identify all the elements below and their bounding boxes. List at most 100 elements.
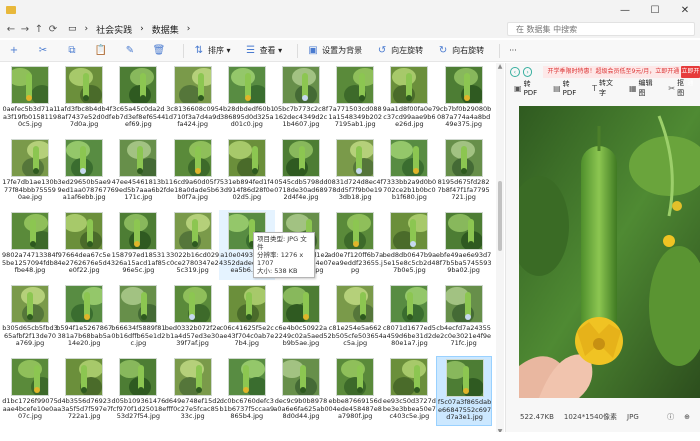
file-item[interactable]: dc0bc6760defc3b1b6737f5ccaa9865b4.jpg (219, 356, 275, 426)
file-name: c6e4b0c50922a2249c02a5aed5b9b5ae.jpg (274, 324, 328, 347)
set-background-icon: ▣ (308, 45, 318, 56)
rotate-right-button[interactable]: ↻ 向右旋转 (433, 42, 488, 60)
file-item[interactable]: 05bc7b773c2c8f162dec4349d2c1b4607.jpg (273, 64, 329, 134)
file-item[interactable]: 0831d724d8ec4f78dd5f7f9b0e193db18.jpg (327, 137, 383, 207)
scrollbar-thumb[interactable] (498, 181, 502, 251)
toolbar-separator (499, 43, 501, 58)
file-name: c8071d1677ed5a459d6be31d2d80e1a7.jpg (382, 324, 437, 347)
desktop-icon[interactable]: ▭ (68, 24, 77, 34)
file-item[interactable]: 7a771503cd0881a1548349b2027195ab1.jpg (327, 64, 383, 134)
file-item[interactable]: 7333bb2a9d0b0702ce2b1b0bc0b1f680.jpg (381, 137, 437, 207)
file-item[interactable]: f5c07a3f865dabe66847552c697d7a3e1.jpg (435, 356, 492, 426)
file-item[interactable]: d05b109361476fcf970f1d25018e53d27f54.jpg (110, 356, 166, 426)
file-item[interactable]: 8195d675fd2827b8f47f1fa7795721.jpg (436, 137, 492, 207)
more-button[interactable]: ··· (505, 42, 521, 60)
promo-banner[interactable]: 开学季限时特惠！超级会员低至9元/月，立即开通 (543, 66, 681, 78)
tool-icon: T (592, 83, 598, 93)
file-item[interactable]: 3c8136608c0951d710f3a7d4a9dfa424.jpg (165, 64, 221, 134)
preview-tool-button[interactable]: ▤ 转PDF (553, 79, 583, 97)
file-name: d4b3556d76923a3a5f5d7f597e7722a1.jpg (57, 397, 112, 420)
vertical-scrollbar[interactable]: ▲ ▼ (496, 63, 504, 436)
paste-button[interactable]: 📋 (91, 42, 114, 60)
file-name: 1afd3fbc8b4db4f8af7437e52d0df7d0a.jpg (56, 105, 113, 128)
file-item[interactable]: ad0e7f120ff6b7a7ea9eddf23655.jpg (327, 210, 383, 280)
preview-tool-button[interactable]: T 转文字 (592, 78, 620, 98)
file-name: c06c41625f5e2cae43f704c0ab7e7b4.jpg (219, 324, 275, 347)
rename-button[interactable]: ✎ (120, 42, 143, 60)
file-item[interactable]: 47ee45461813b69ed5b7aaa6b2f171c.jpg (110, 137, 166, 207)
toolbar-label: 查看 ▾ (259, 46, 283, 55)
file-item[interactable]: c81e254e5a6622b505cfe503654c5a.jpg (327, 283, 383, 353)
file-item[interactable]: ebfe49ae6e93d78f7b5ba57455939ba02.jpg (436, 210, 492, 280)
tool-label: 转PDF (523, 80, 538, 97)
image-thumbnail (390, 285, 429, 323)
preview-header: ‹ › 开学季限时特惠！超级会员低至9元/月，立即开通 立即开通 (510, 65, 700, 87)
new-button[interactable]: + (4, 42, 27, 60)
file-item[interactable]: cb4ecfd7a24355e2c0e3021e4f9e71fc.jpg (436, 283, 492, 353)
file-item[interactable]: bed8db0647b9a5e15e8c5cb2d47b0e5.jpg (381, 210, 437, 280)
close-button[interactable]: ✕ (670, 0, 700, 20)
file-item[interactable]: 9cb7bf0b29080b087a774a4a8bd49e375.jpg (436, 64, 492, 134)
sort-button[interactable]: ⇅ 排序 ▾ (189, 42, 235, 60)
file-item[interactable]: 531eb894fed1f43d914f86d28f0e02d5.jpg (219, 137, 275, 207)
file-name: bed8db0647b9a5e15e8c5cb2d47b0e5.jpg (382, 251, 437, 274)
file-item[interactable]: c06c41625f5e2cae43f704c0ab7e7b4.jpg (219, 283, 275, 353)
set-background-button[interactable]: ▣ 设置为背景 (303, 42, 366, 60)
copy-button[interactable]: ⧉ (62, 42, 85, 60)
file-item[interactable]: 9aa1d8f00fa0e7c37cd99aae9b6e26d.jpg (381, 64, 437, 134)
preview-tool-button[interactable]: ▣ 转PDF (514, 79, 544, 97)
rename-icon: ✎ (125, 45, 135, 56)
file-item[interactable]: 1afd3fbc8b4db4f8af7437e52d0df7d0a.jpg (56, 64, 112, 134)
file-name: b305d65cb5fbd365afbf2f13de70a769.jpg (2, 324, 58, 347)
breadcrumb-item[interactable]: 社会实践 (96, 23, 132, 36)
file-item[interactable]: c6e4b0c50922a2249c02a5aed5b9b5ae.jpg (273, 283, 329, 353)
file-item[interactable]: 17fe7db1ae130b77f84bbb755590ae.jpg (2, 137, 58, 207)
image-thumbnail (173, 139, 212, 177)
rotate-left-button[interactable]: ↺ 向左旋转 (372, 42, 427, 60)
file-item[interactable]: 4b28dbdedf60b1386895d0d325ad01c0.jpg (219, 64, 275, 134)
forward-icon[interactable]: → (18, 24, 32, 35)
file-item[interactable]: b305d65cb5fbd365afbf2f13de70a769.jpg (2, 283, 58, 353)
zoom-icon[interactable]: ⊕ (684, 413, 690, 421)
toolbar-label: 向左旋转 (391, 46, 424, 55)
file-item[interactable]: 0545cdb5798dd0718de30ad6892d4f4e.jpg (273, 137, 329, 207)
search-input[interactable] (516, 24, 676, 34)
forward-circle-icon[interactable]: › (522, 67, 533, 77)
file-item[interactable]: b594f1e5267867381a7b68bab5a14e20.jpg (56, 283, 112, 353)
file-item[interactable]: ebbe87669156d04ede458487e8a7980f.jpg (327, 356, 383, 426)
cut-button[interactable]: ✂ (33, 42, 56, 60)
info-icon[interactable]: ⓘ (667, 412, 674, 422)
file-item[interactable]: ee93c50d3727dbe3e3bbea50e7c403c5e.jpg (381, 356, 437, 426)
file-item[interactable]: c8071d1677ed5a459d6be31d2d80e1a7.jpg (381, 283, 437, 353)
file-item[interactable]: b66634f5889f810b16dffb65e1d2c.jpg (110, 283, 166, 353)
back-circle-icon[interactable]: ‹ (510, 67, 520, 77)
preview-tool-button[interactable]: ✂ 抠图 (668, 78, 691, 98)
refresh-icon[interactable]: ⟳ (46, 24, 60, 35)
back-icon[interactable]: ← (4, 24, 18, 35)
breadcrumb-item[interactable]: 数据集 (152, 23, 179, 36)
preview-tool-button[interactable]: ▦ 编辑图 (629, 78, 659, 98)
file-item[interactable]: d1bc1726f99075aae4bcefe10e0a07c.jpg (2, 356, 58, 426)
file-item[interactable]: dec9c9b0b8978a0a6e6fa625ab08d0d44.jpg (273, 356, 329, 426)
file-item[interactable]: 97664dea67c5e4e2762676e5d4e0f22.jpg (56, 210, 112, 280)
file-item[interactable]: 116cd9a60d05f7de18a0dade5b6b0f7a.jpg (165, 137, 221, 207)
file-item[interactable]: 33022b16cd029c0ce2780347e25c319.jpg (165, 210, 221, 280)
file-item[interactable]: d649e748ef15d2fff0c27e5fcac8533c.jpg (165, 356, 221, 426)
delete-button[interactable]: 🗑 (149, 42, 172, 60)
minimize-button[interactable]: — (610, 0, 640, 20)
view-button[interactable]: ☰ 查看 ▾ (241, 42, 287, 60)
scroll-up-icon[interactable]: ▲ (496, 63, 504, 71)
file-item[interactable]: 3c65a45c0da2deb7d3ef8ef6544ef69.jpg (110, 64, 166, 134)
file-item[interactable]: bed0332b072f2eb1a4d57ed3e3039f7af.jpg (165, 283, 221, 353)
file-item[interactable]: d4b3556d76923a3a5f5d7f597e7722a1.jpg (56, 356, 112, 426)
promo-open-button[interactable]: 立即开通 (680, 66, 700, 87)
maximize-button[interactable]: ☐ (640, 0, 670, 20)
search-box[interactable] (507, 22, 695, 36)
file-name: 8195d675fd2827b8f47f1fa7795721.jpg (437, 178, 490, 201)
folder-icon (6, 6, 16, 14)
file-item[interactable]: 0aefec5b3d71a1a3f19fb01581190c5.jpg (2, 64, 58, 134)
file-item[interactable]: 158797ed18531326a15acd1af8596e5c.jpg (110, 210, 166, 280)
up-icon[interactable]: ↑ (32, 24, 46, 35)
file-item[interactable]: 9802a74713384f5be1257094fdb8fbe48.jpg (2, 210, 58, 280)
file-item[interactable]: 3ed29650b5ae99ed1aa0787677a1af6ebb.jpg (56, 137, 112, 207)
